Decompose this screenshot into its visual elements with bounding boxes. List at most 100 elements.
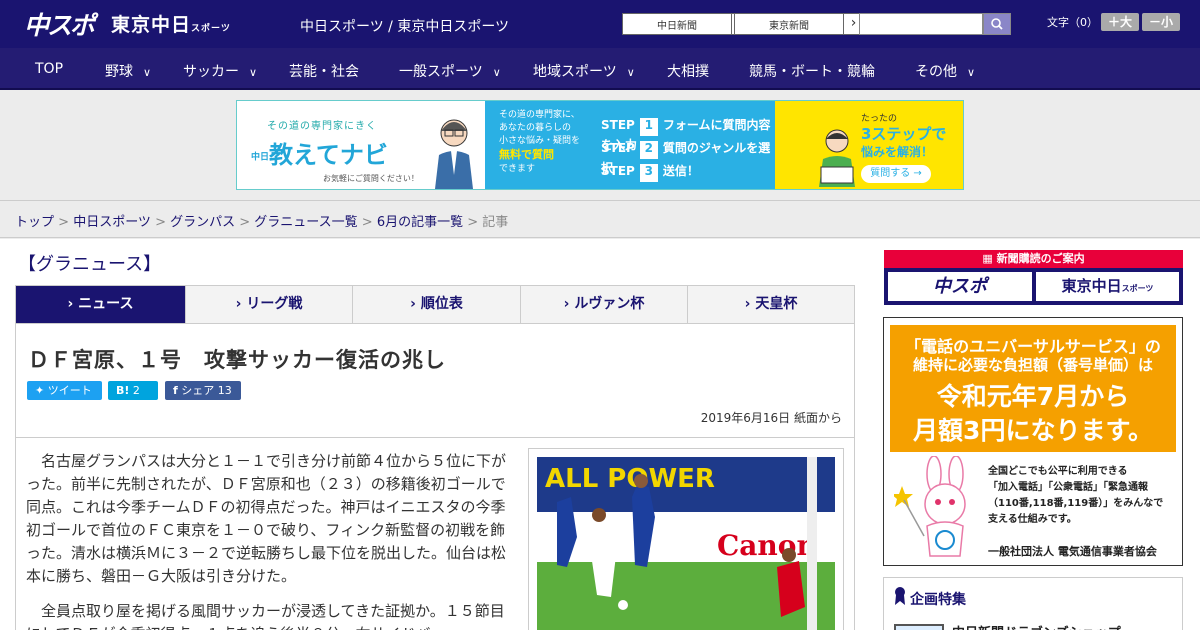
- chuspo-logo[interactable]: 中スポ: [24, 6, 95, 42]
- breadcrumb-separator: >: [150, 215, 171, 230]
- tweet-label: ツイート: [47, 384, 92, 397]
- chevron-down-icon: ∨: [249, 66, 258, 79]
- banner-desc-line: その道の専門家に、: [499, 110, 580, 120]
- chevron-down-icon: ∨: [967, 66, 976, 79]
- oshiete-navi-banner[interactable]: その道の専門家にきく 中日教えてナビ お気軽にご質問ください！ その道の専門家に…: [236, 100, 964, 190]
- search-button[interactable]: [983, 13, 1011, 35]
- subscription-heading-text: 新聞購読のご案内: [996, 252, 1085, 265]
- tokyo-chunichi-logo[interactable]: 東京中日スポーツ: [111, 10, 231, 37]
- subscribe-chuspo-button[interactable]: 中スポ: [888, 272, 1032, 301]
- article-text: 名古屋グランパスは大分と１－１で引き分け前節４位から５位に下がった。前半に先制さ…: [26, 450, 511, 630]
- breadcrumb-link-chuspo[interactable]: 中日スポーツ: [73, 215, 151, 230]
- nav-item-top[interactable]: TOP: [35, 61, 63, 77]
- banner-logo-prefix: 中日: [251, 152, 270, 163]
- tokyo-shimbun-link[interactable]: 東京新聞 ›: [734, 13, 864, 35]
- banner-right-panel: たったの 3ステップで 悩みを解消！ 質問する →: [775, 101, 963, 189]
- breadcrumb-link-gra-news[interactable]: グラニュース一覧: [254, 215, 357, 230]
- tab-label: ニュース: [78, 296, 134, 312]
- subscribe-tokyo-chunichi-label: 東京中日: [1061, 277, 1122, 295]
- article-paragraph: 名古屋グランパスは大分と１－１で引き分け前節４位から５位に下がった。前半に先制さ…: [26, 452, 507, 585]
- breadcrumb-link-grampus[interactable]: グランパス: [170, 215, 235, 230]
- ad-organization: 一般社団法人 電気通信事業者協会: [988, 545, 1157, 558]
- banner-description: その道の専門家に、 あなたの暮らしの 小さな悩み・疑問を 無料で質問 できます: [499, 109, 591, 176]
- nav-item-baseball[interactable]: 野球 ∨: [105, 61, 151, 81]
- breadcrumb-bar: トップ > 中日スポーツ > グランパス > グラニュース一覧 > 6月の記事一…: [0, 200, 1200, 238]
- nav-item-local-sports[interactable]: 地域スポーツ ∨: [533, 61, 635, 81]
- chevron-down-icon: ∨: [492, 66, 501, 79]
- tab-news[interactable]: › ニュース: [16, 286, 185, 323]
- tokyo-shimbun-link-label: 東京新聞: [769, 21, 809, 32]
- ad-headline-panel: 「電話のユニバーサルサービス」の 維持に必要な負担額（番号単価）は 令和元年7月…: [890, 325, 1176, 452]
- dragons-shop-link[interactable]: 中日新聞ドラゴンズショップ: [952, 622, 1121, 630]
- tab-levain-cup[interactable]: › ルヴァン杯: [520, 286, 687, 323]
- chunichi-shimbun-link-label: 中日新聞: [657, 21, 697, 32]
- ad-line-2: 維持に必要な負担額（番号単価）は: [912, 356, 1153, 374]
- chevron-down-icon: ∨: [143, 66, 152, 79]
- banner-left-panel: その道の専門家にきく 中日教えてナビ お気軽にご質問ください！: [237, 101, 485, 189]
- ribbon-icon: [895, 587, 905, 605]
- nav-item-racing[interactable]: 競馬・ボート・競輪: [749, 61, 875, 81]
- banner-ask-button[interactable]: 質問する →: [861, 165, 931, 183]
- nav-item-sumo[interactable]: 大相撲: [667, 61, 709, 81]
- nav-item-label: サッカー: [183, 64, 239, 80]
- breadcrumb-link-top[interactable]: トップ: [15, 215, 54, 230]
- article-photo-frame: ALL POWER Canon: [528, 448, 844, 630]
- tab-league[interactable]: › リーグ戦: [185, 286, 352, 323]
- ad-body-line: 全国どこでも公平に利用できる: [988, 466, 1128, 477]
- breadcrumb: トップ > 中日スポーツ > グランパス > グラニュース一覧 > 6月の記事一…: [15, 211, 508, 230]
- banner-logo: 中日教えてナビ: [251, 135, 388, 170]
- top-header: 中スポ 東京中日スポーツ 中日スポーツ / 東京中日スポーツ 中日新聞 › 東京…: [0, 0, 1200, 48]
- article-header: ＤＦ宮原、１号 攻撃サッカー復活の兆し ✦ ツイート B! 2 f シェア 13…: [15, 324, 855, 438]
- breadcrumb-separator: >: [235, 215, 255, 230]
- user-illustration: [819, 129, 855, 187]
- nav-item-label: 野球: [105, 64, 133, 80]
- banner-desc-line: できます: [499, 164, 536, 174]
- subscribe-tokyo-chunichi-small: スポーツ: [1121, 284, 1154, 293]
- banner-note: お気軽にご質問ください！: [323, 174, 419, 183]
- nav-item-general-sports[interactable]: 一般スポーツ ∨: [399, 61, 501, 81]
- font-smaller-button[interactable]: －小: [1142, 13, 1180, 31]
- hatena-button[interactable]: B! 2: [108, 381, 158, 400]
- match-photo: ALL POWER Canon: [537, 457, 835, 630]
- article-dateline: 2019年6月16日 紙面から: [700, 411, 842, 425]
- breadcrumb-separator: >: [463, 215, 483, 230]
- facebook-share-button[interactable]: f シェア 13: [165, 381, 241, 400]
- banner-desc-line: 小さな悩み・疑問を: [499, 136, 581, 146]
- news-tabs: › ニュース › リーグ戦 › 順位表 › ルヴァン杯 › 天皇杯: [15, 285, 855, 324]
- ad-body-line: 支える仕組みです。: [988, 514, 1077, 525]
- search-input[interactable]: [859, 13, 983, 35]
- ad-line-3: 令和元年7月から: [936, 382, 1130, 411]
- nav-item-entertainment[interactable]: 芸能・社会: [289, 61, 359, 81]
- article-body: 名古屋グランパスは大分と１－１で引き分け前節４位から５位に下がった。前半に先制さ…: [15, 437, 855, 630]
- tab-standings[interactable]: › 順位表: [352, 286, 520, 323]
- ad-body-text: 全国どこでも公平に利用できる 「加入電話」「公衆電話」「緊急通報 （110番,1…: [988, 464, 1180, 528]
- feature-box: 企画特集 中日新聞ドラゴンズショップ: [883, 577, 1183, 630]
- page-content: 【グラニュース】 › ニュース › リーグ戦 › 順位表 › ルヴァン杯 › 天…: [0, 239, 1200, 630]
- article-photo[interactable]: ALL POWER Canon: [537, 457, 835, 630]
- breadcrumb-current: 記事: [482, 215, 509, 230]
- section-title: 【グラニュース】: [18, 254, 162, 275]
- tab-emperors-cup[interactable]: › 天皇杯: [687, 286, 854, 323]
- nav-item-label: 一般スポーツ: [399, 64, 483, 80]
- universal-service-ad[interactable]: 「電話のユニバーサルサービス」の 維持に必要な負担額（番号単価）は 令和元年7月…: [883, 317, 1183, 566]
- photo-board-text-canon: Canon: [717, 529, 817, 562]
- search-icon: [991, 18, 1003, 30]
- main-nav: TOP 野球 ∨ サッカー ∨ 芸能・社会 一般スポーツ ∨ 地域スポーツ ∨ 大相撲 …: [0, 48, 1200, 90]
- tweet-button[interactable]: ✦ ツイート: [27, 381, 102, 400]
- breadcrumb-link-june[interactable]: 6月の記事一覧: [377, 215, 463, 230]
- twitter-icon: ✦: [35, 384, 45, 397]
- hatena-icon: B!: [116, 384, 130, 397]
- subscribe-tokyo-chunichi-button[interactable]: 東京中日スポーツ: [1036, 272, 1179, 301]
- facebook-count: 13: [217, 384, 232, 397]
- breadcrumb-separator: >: [54, 215, 74, 230]
- dragons-shop-thumbnail[interactable]: [894, 624, 944, 630]
- chunichi-shimbun-link[interactable]: 中日新聞 ›: [622, 13, 752, 35]
- site-title[interactable]: 中日スポーツ / 東京中日スポーツ: [300, 16, 509, 36]
- article-paragraph: 全員点取り屋を掲げる風間サッカーが浸透してきた証拠か。１５節目にしてＤＦが今季初…: [26, 602, 505, 630]
- banner-right-mid: 悩みを解消！: [861, 145, 934, 159]
- feature-title: 企画特集: [910, 592, 966, 608]
- nav-item-other[interactable]: その他 ∨: [915, 61, 975, 81]
- nav-item-soccer[interactable]: サッカー ∨: [183, 61, 257, 81]
- tab-label: ルヴァン杯: [574, 296, 645, 312]
- font-bigger-button[interactable]: ＋大: [1101, 13, 1139, 31]
